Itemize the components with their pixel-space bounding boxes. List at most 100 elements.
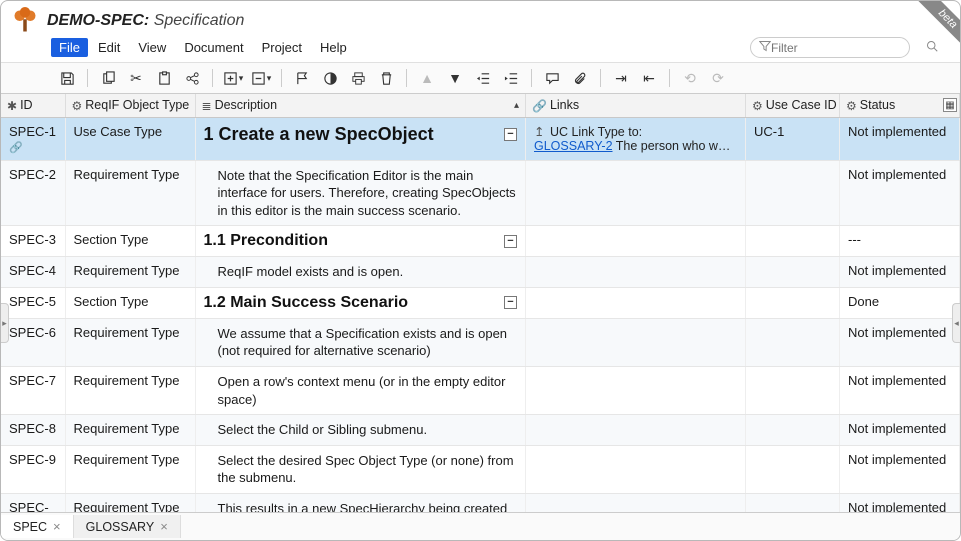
col-ucid[interactable]: ⚙Use Case ID <box>746 94 840 117</box>
collapse-toggle-icon[interactable]: − <box>504 296 517 309</box>
toolbar: ✂ ▾ ▾ ▲ ▼ ⇥ ⇤ ⟲ ⟳ <box>1 62 960 94</box>
row-desc-heading: 1.2 Main Success Scenario <box>204 294 409 312</box>
row-ucid <box>746 287 840 318</box>
right-panel-expander[interactable]: ◂ <box>952 303 960 343</box>
search-icon <box>926 40 938 55</box>
col-status[interactable]: ⚙Status ▦ <box>840 94 960 117</box>
redo-icon[interactable]: ⟳ <box>706 67 730 89</box>
close-icon[interactable]: × <box>53 519 61 534</box>
app-window: beta DEMO-SPEC: Specification File Edit … <box>0 0 961 541</box>
row-id: SPEC-1 <box>9 124 57 139</box>
col-desc[interactable]: ≣Description▴ <box>195 94 526 117</box>
table-row[interactable]: SPEC-5Section Type1.2 Main Success Scena… <box>1 287 960 318</box>
row-id: SPEC-9 <box>9 452 57 467</box>
move-up-icon[interactable]: ▲ <box>415 67 439 89</box>
menu-file[interactable]: File <box>51 38 88 57</box>
remove-icon[interactable]: ▾ <box>249 67 273 89</box>
flag-icon[interactable] <box>290 67 314 89</box>
menu-edit[interactable]: Edit <box>90 38 128 57</box>
left-panel-expander[interactable]: ▸ <box>1 303 9 343</box>
title-name: Specification <box>154 12 245 29</box>
window-title: DEMO-SPEC: Specification <box>47 12 244 30</box>
collapse-toggle-icon[interactable]: − <box>504 235 517 248</box>
row-ucid <box>746 366 840 414</box>
row-ucid <box>746 257 840 288</box>
table-row[interactable]: SPEC-1🔗Use Case Type1 Create a new SpecO… <box>1 117 960 160</box>
collapse-left-icon[interactable]: ⇤ <box>637 67 661 89</box>
col-id[interactable]: ✱ID <box>1 94 65 117</box>
row-id: SPEC-3 <box>9 232 57 247</box>
table-row[interactable]: SPEC-7Requirement TypeOpen a row's conte… <box>1 366 960 414</box>
text-lines-icon: ≣ <box>202 99 212 113</box>
add-child-icon[interactable]: ▾ <box>221 67 245 89</box>
paste-icon[interactable] <box>152 67 176 89</box>
filter-icon <box>759 40 771 55</box>
spec-table-wrap: ▸ ◂ ✱ID ⚙ReqIF Object Type ≣Description▴… <box>1 94 960 512</box>
outgoing-link-icon: ↥ <box>534 125 544 139</box>
col-links[interactable]: 🔗Links <box>526 94 746 117</box>
save-icon[interactable] <box>55 67 79 89</box>
spec-table: ✱ID ⚙ReqIF Object Type ≣Description▴ 🔗Li… <box>1 94 960 512</box>
table-row[interactable]: SPEC-4Requirement TypeReqIF model exists… <box>1 257 960 288</box>
row-status: Not implemented <box>840 318 960 366</box>
row-ucid <box>746 226 840 257</box>
menu-project[interactable]: Project <box>254 38 310 57</box>
menu-document[interactable]: Document <box>176 38 251 57</box>
row-id: SPEC-2 <box>9 167 57 182</box>
row-ucid <box>746 445 840 493</box>
row-desc: This results in a new SpecHierarchy bein… <box>204 500 518 512</box>
row-id: SPEC-10 <box>9 500 57 512</box>
collapse-toggle-icon[interactable]: − <box>504 128 517 141</box>
delete-icon[interactable] <box>374 67 398 89</box>
row-ucid: UC-1 <box>746 117 840 160</box>
row-ucid <box>746 318 840 366</box>
row-type: Requirement Type <box>65 318 195 366</box>
table-row[interactable]: SPEC-2Requirement TypeNote that the Spec… <box>1 160 960 226</box>
move-down-icon[interactable]: ▼ <box>443 67 467 89</box>
table-row[interactable]: SPEC-10Requirement TypeThis results in a… <box>1 493 960 512</box>
table-row[interactable]: SPEC-3Section Type1.1 Precondition−--- <box>1 226 960 257</box>
row-type: Requirement Type <box>65 257 195 288</box>
indent-icon[interactable] <box>499 67 523 89</box>
row-type: Requirement Type <box>65 445 195 493</box>
row-type: Requirement Type <box>65 415 195 446</box>
row-status: Not implemented <box>840 117 960 160</box>
menu-help[interactable]: Help <box>312 38 355 57</box>
row-desc: Select the Child or Sibling submenu. <box>204 421 518 439</box>
tab-glossary[interactable]: GLOSSARY × <box>74 515 181 538</box>
close-icon[interactable]: × <box>160 519 168 534</box>
attachment-icon[interactable] <box>568 67 592 89</box>
link-target[interactable]: GLOSSARY-2 <box>534 139 613 153</box>
sort-indicator-icon: ▴ <box>514 100 519 111</box>
table-row[interactable]: SPEC-8Requirement TypeSelect the Child o… <box>1 415 960 446</box>
row-id: SPEC-7 <box>9 373 57 388</box>
expand-right-icon[interactable]: ⇥ <box>609 67 633 89</box>
row-id: SPEC-5 <box>9 294 57 309</box>
comment-icon[interactable] <box>540 67 564 89</box>
share-icon[interactable] <box>180 67 204 89</box>
col-type[interactable]: ⚙ReqIF Object Type <box>65 94 195 117</box>
gear-icon: ⚙ <box>72 99 83 113</box>
undo-icon[interactable]: ⟲ <box>678 67 702 89</box>
table-row[interactable]: SPEC-6Requirement TypeWe assume that a S… <box>1 318 960 366</box>
row-ucid <box>746 160 840 226</box>
copy-icon[interactable] <box>96 67 120 89</box>
row-ucid <box>746 415 840 446</box>
menu-view[interactable]: View <box>130 38 174 57</box>
row-desc: ReqIF model exists and is open. <box>204 263 518 281</box>
filter-input[interactable] <box>771 41 926 55</box>
tab-spec[interactable]: SPEC × <box>1 515 74 538</box>
print-icon[interactable] <box>346 67 370 89</box>
gear-icon: ⚙ <box>846 99 857 113</box>
filter-box[interactable] <box>750 37 910 58</box>
row-type: Use Case Type <box>65 117 195 160</box>
row-status: Not implemented <box>840 415 960 446</box>
column-config-icon[interactable]: ▦ <box>943 98 957 112</box>
half-circle-icon[interactable] <box>318 67 342 89</box>
cut-icon[interactable]: ✂ <box>124 67 148 89</box>
table-row[interactable]: SPEC-9Requirement TypeSelect the desired… <box>1 445 960 493</box>
row-type: Requirement Type <box>65 366 195 414</box>
link-icon: 🔗 <box>532 99 547 113</box>
outdent-icon[interactable] <box>471 67 495 89</box>
row-ucid <box>746 493 840 512</box>
